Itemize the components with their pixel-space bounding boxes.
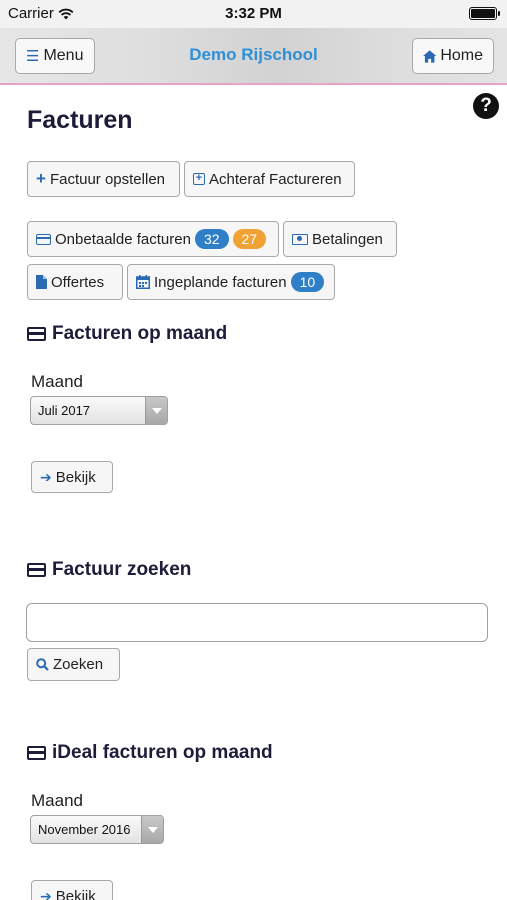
ideal-month-label: Maand (31, 791, 83, 810)
arrow-right-icon: ➔ (40, 887, 52, 900)
status-bar: Carrier 3:32 PM (0, 0, 507, 28)
credit-card-icon (27, 746, 46, 760)
month-select-value: Juli 2017 (38, 403, 91, 418)
ideal-month-select[interactable]: November 2016 (30, 815, 164, 844)
home-icon (423, 49, 437, 63)
search-button-label: Zoeken (53, 656, 104, 673)
create-invoice-button[interactable]: + Factuur opstellen (27, 161, 180, 197)
search-icon (36, 658, 49, 671)
unpaid-count-badge: 32 (194, 229, 229, 249)
money-icon (292, 233, 308, 245)
monthly-invoices-heading: Facturen op maand (27, 323, 227, 345)
tab-quotes-label: Offertes (51, 273, 105, 291)
arrow-right-icon: ➔ (40, 468, 52, 485)
invoice-afterwards-button[interactable]: + Achteraf Factureren (184, 161, 355, 197)
view-month-button[interactable]: ➔ Bekijk (31, 461, 113, 493)
home-label: Home (440, 47, 483, 64)
tab-payments[interactable]: Betalingen (283, 221, 397, 257)
battery-level (471, 9, 495, 18)
search-invoice-title: Factuur zoeken (52, 559, 192, 580)
invoice-search-input[interactable] (26, 603, 488, 642)
create-invoice-label: Factuur opstellen (49, 170, 166, 188)
overdue-count-badge: 27 (232, 229, 267, 249)
invoice-afterwards-label: Achteraf Factureren (209, 170, 342, 188)
tab-unpaid-label: Onbetaalde facturen (55, 230, 191, 248)
month-label: Maand (31, 372, 83, 391)
plus-square-icon: + (193, 173, 205, 185)
credit-card-icon (27, 563, 46, 577)
scheduled-count-badge: 10 (290, 272, 325, 292)
credit-card-icon (27, 327, 46, 341)
ideal-invoices-title: iDeal facturen op maand (52, 742, 273, 763)
tab-quotes[interactable]: Offertes (27, 264, 123, 300)
ideal-month-select-value: November 2016 (38, 822, 131, 837)
clock: 3:32 PM (225, 5, 282, 22)
ideal-invoices-heading: iDeal facturen op maand (27, 742, 273, 764)
calendar-icon (136, 275, 150, 289)
month-select[interactable]: Juli 2017 (30, 396, 168, 425)
page-title: Facturen (27, 106, 133, 134)
search-invoice-heading: Factuur zoeken (27, 559, 191, 581)
tab-payments-label: Betalingen (312, 230, 383, 248)
view-month-label: Bekijk (55, 468, 96, 486)
question-circle-icon[interactable]: ? (473, 93, 499, 119)
chevron-down-icon (141, 816, 163, 843)
battery-icon (469, 7, 500, 20)
chevron-down-icon (145, 397, 167, 424)
tab-unpaid-invoices[interactable]: Onbetaalde facturen 32 27 (27, 221, 279, 257)
tab-scheduled-invoices[interactable]: Ingeplande facturen 10 (127, 264, 335, 300)
credit-card-icon (36, 233, 51, 245)
monthly-invoices-title: Facturen op maand (52, 323, 228, 344)
view-ideal-month-label: Bekijk (55, 887, 96, 900)
tab-scheduled-label: Ingeplande facturen (154, 273, 287, 291)
view-ideal-month-button[interactable]: ➔ Bekijk (31, 880, 113, 900)
app-header: ☰ Menu Demo Rijschool Home (0, 28, 507, 85)
plus-icon: + (36, 169, 46, 188)
home-button[interactable]: Home (412, 38, 494, 74)
file-icon (36, 275, 47, 289)
search-button[interactable]: Zoeken (27, 648, 120, 681)
